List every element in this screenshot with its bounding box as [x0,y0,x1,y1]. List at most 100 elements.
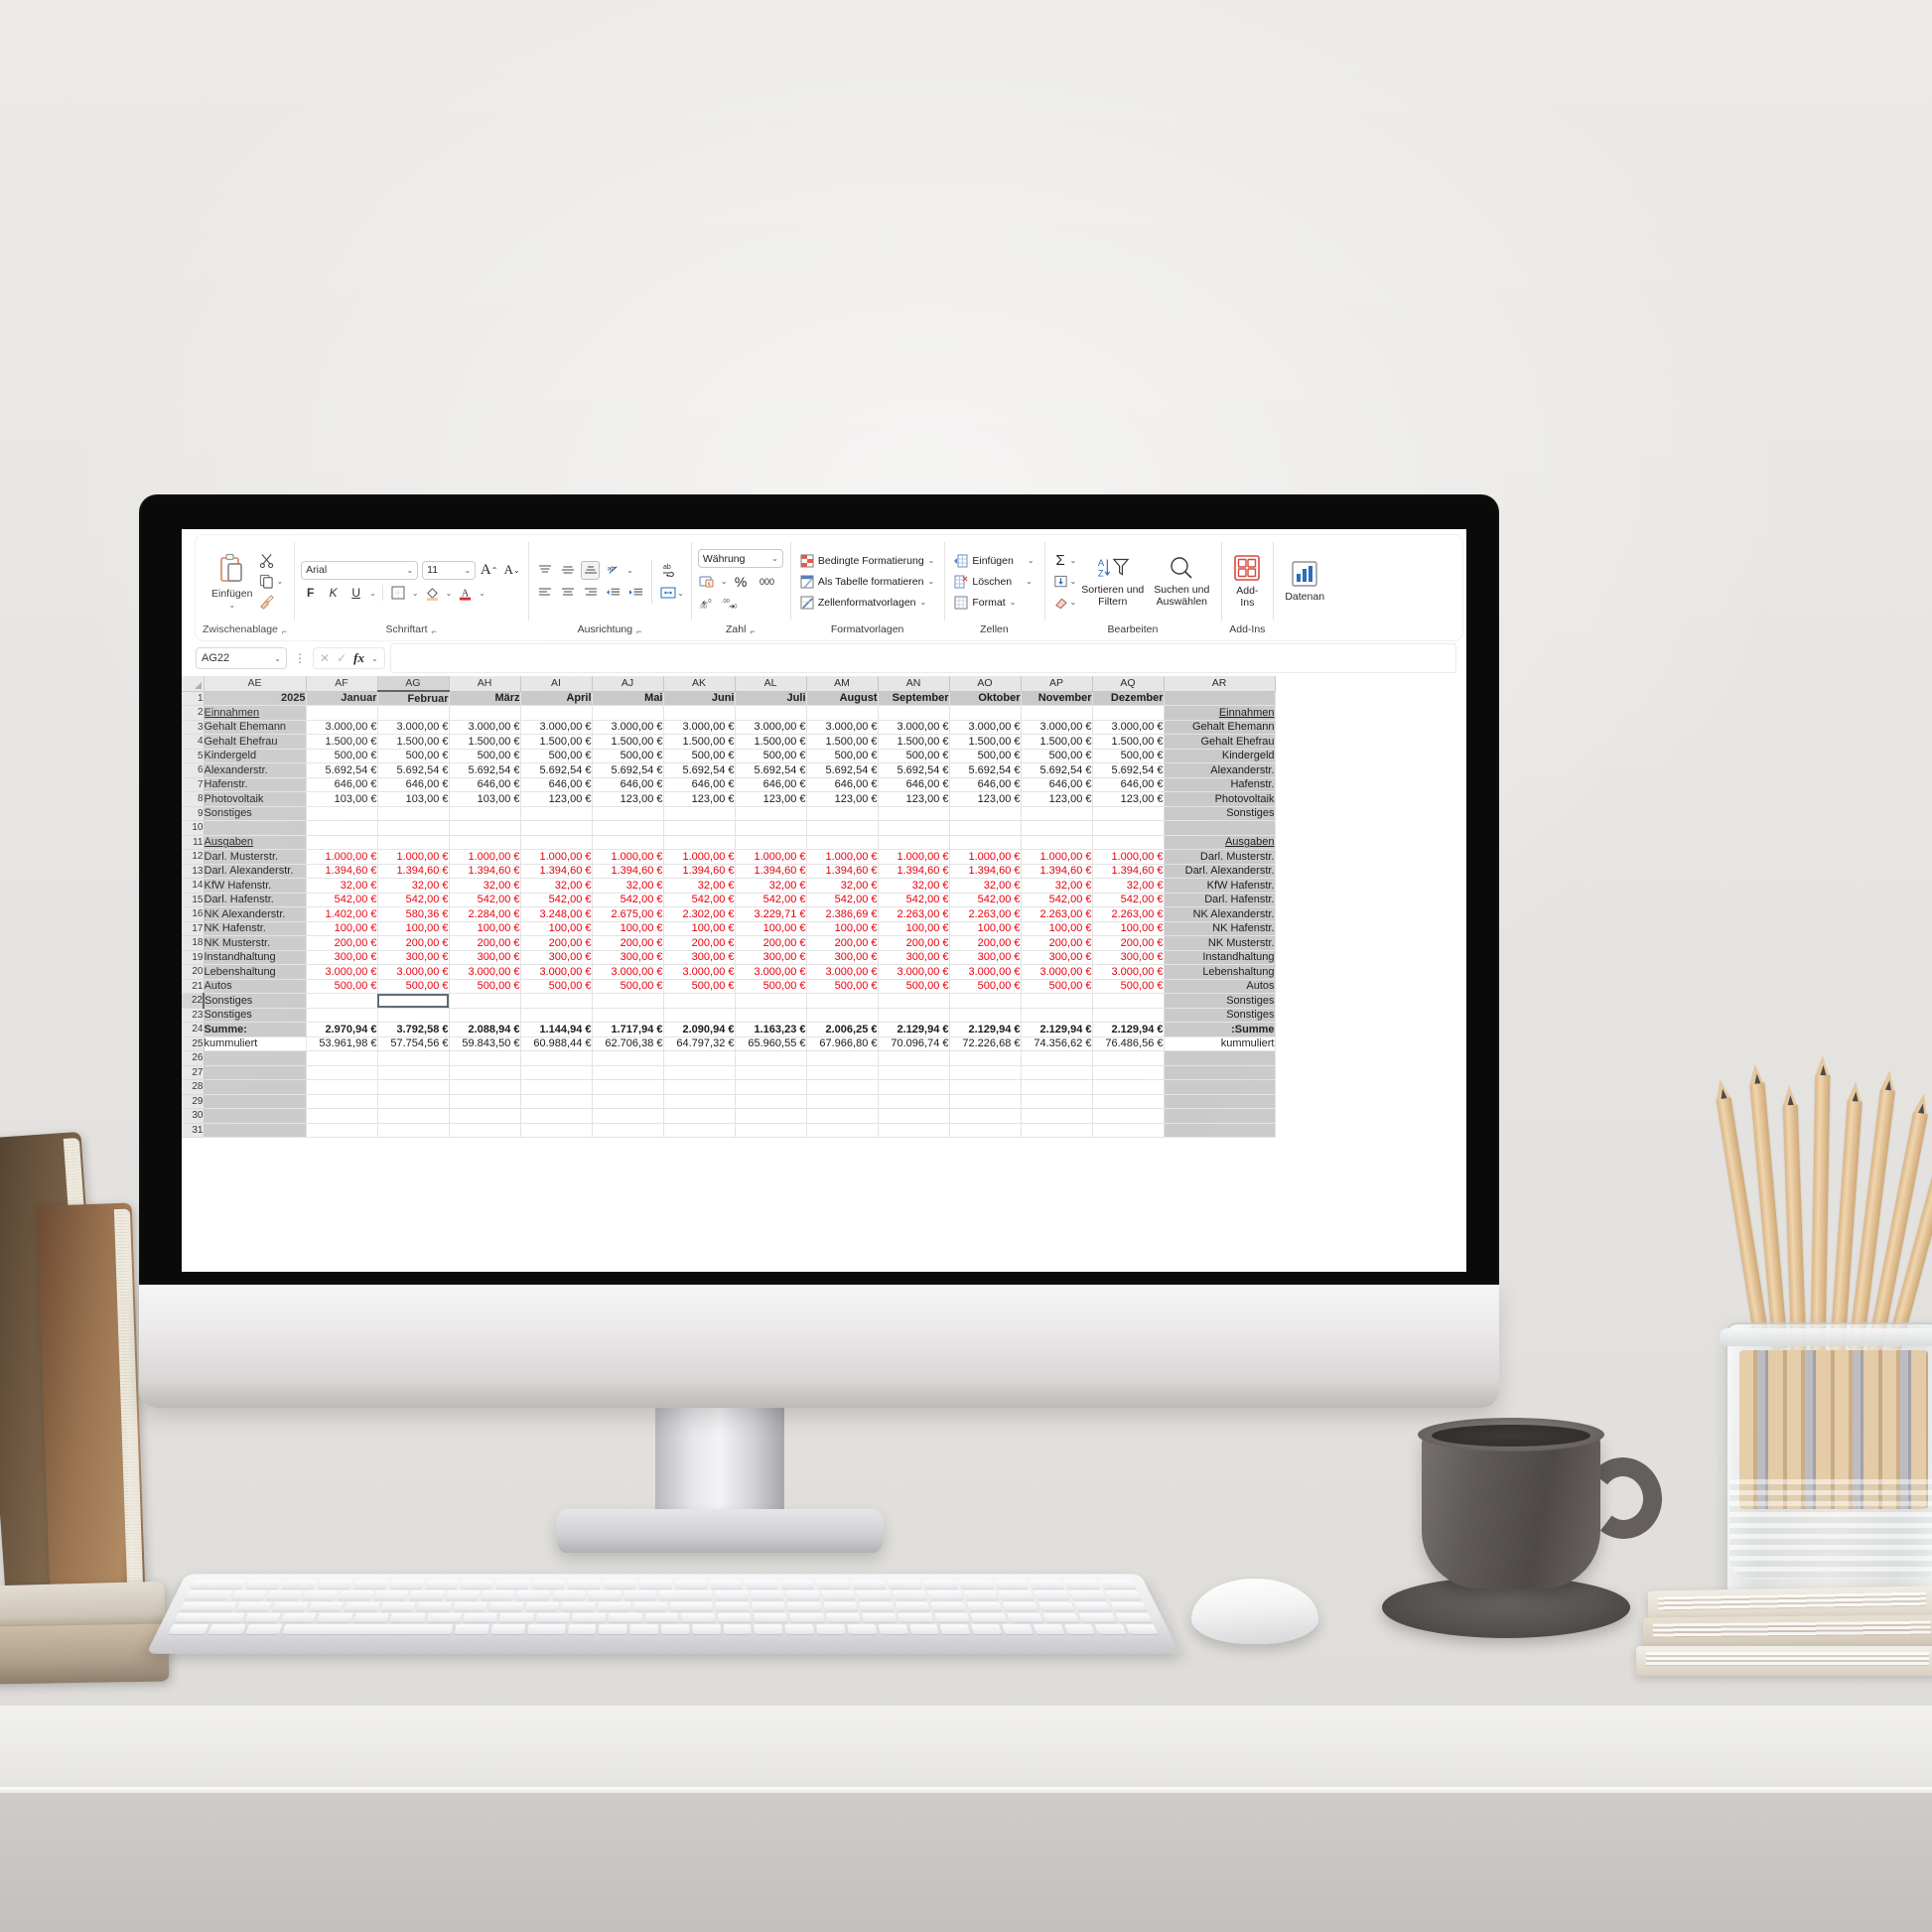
cell-value[interactable]: 1.000,00 € [735,849,807,865]
cell-value[interactable]: 542,00 € [520,893,593,907]
cell-row-label[interactable]: Alexanderstr. [204,762,307,778]
cell-value[interactable]: 2.088,94 € [449,1022,521,1037]
cell-value[interactable]: 3.000,00 € [449,720,521,735]
cell-value[interactable]: 646,00 € [592,777,664,792]
keyboard-key[interactable] [629,1624,658,1634]
cell-value[interactable]: 100,00 € [878,921,950,936]
cell-value[interactable]: 2.129,94 € [949,1022,1022,1037]
keyboard-key[interactable] [895,1601,930,1611]
cell-value[interactable]: 1.500,00 € [878,734,950,750]
cell-value[interactable]: 70.096,74 € [878,1036,950,1051]
row-header-11[interactable]: 11 [182,835,205,850]
cell-value[interactable]: 1.000,00 € [1092,849,1165,865]
cell-row-label-right[interactable]: Einnahmen [1164,705,1276,721]
keyboard-key[interactable] [745,1580,779,1589]
cell-value[interactable]: 32,00 € [1021,878,1093,894]
cell-row-label[interactable] [204,1094,307,1109]
addins-button[interactable]: Add- Ins [1228,552,1266,611]
cell-value[interactable]: 1.394,60 € [949,864,1022,879]
cell-value[interactable]: 1.394,60 € [592,864,664,879]
cell-value[interactable]: 100,00 € [306,921,378,936]
cell-value[interactable]: 3.000,00 € [663,964,736,980]
cell-value[interactable] [663,1123,736,1138]
cell-value[interactable]: 3.000,00 € [306,720,378,735]
cell-value[interactable] [1021,820,1093,836]
cell-value[interactable] [735,1008,807,1023]
keyboard-key[interactable] [174,1612,245,1623]
cell-value[interactable]: 200,00 € [806,935,879,951]
column-header-AM[interactable]: AM [806,676,879,692]
keyboard-key[interactable] [1006,1612,1043,1623]
cell-value[interactable] [449,1123,521,1138]
cell-value[interactable] [520,1065,593,1080]
keyboard-key[interactable] [308,1601,345,1611]
keyboard-key[interactable] [344,1601,380,1611]
keyboard-key[interactable] [785,1590,820,1600]
cell-row-label-right[interactable]: NK Musterstr. [1164,935,1276,951]
find-select-button[interactable]: Suchen und Auswählen [1149,553,1214,610]
cell-value[interactable]: 300,00 € [592,950,664,965]
cell-value[interactable] [592,1065,664,1080]
keyboard-key[interactable] [661,1624,690,1634]
cell-value[interactable]: 32,00 € [520,878,593,894]
column-header-AK[interactable]: AK [663,676,736,692]
chevron-down-icon[interactable]: ⌄ [721,577,728,586]
row-header-9[interactable]: 9 [182,806,205,821]
keyboard-key[interactable] [681,1612,716,1623]
cell-value[interactable] [449,1065,521,1080]
table-row[interactable]: 4 Gehalt Ehefrau 1.500,00 €1.500,00 €1.500… [182,734,1276,750]
cell-value[interactable]: 3.000,00 € [735,964,807,980]
keyboard-key[interactable] [1037,1601,1075,1611]
keyboard-key[interactable] [939,1624,971,1634]
keyboard-key[interactable] [373,1590,409,1600]
cell-value[interactable]: 200,00 € [449,935,521,951]
keyboard-key[interactable] [190,1580,247,1589]
cell-value[interactable] [592,1079,664,1095]
cell-value[interactable] [735,1108,807,1124]
cell-value[interactable]: 32,00 € [592,878,664,894]
cell-value[interactable] [806,1008,879,1023]
keyboard-key[interactable] [1073,1601,1111,1611]
keyboard-key[interactable] [379,1601,416,1611]
row-header-17[interactable]: 17 [182,921,205,936]
cell-value[interactable]: 57.754,56 € [377,1036,450,1051]
keyboard-key[interactable] [207,1624,246,1634]
cell-value[interactable]: 1.394,60 € [449,864,521,879]
cell-value[interactable] [878,835,950,850]
cell-value[interactable]: 3.000,00 € [1021,964,1093,980]
sort-filter-button[interactable]: A Z Sortieren und Filtern [1076,553,1149,610]
cell-value[interactable]: 1.500,00 € [1021,734,1093,750]
cell-value[interactable]: 1.000,00 € [949,849,1022,865]
cell-row-label-right[interactable] [1164,820,1276,836]
table-row[interactable]: 5 Kindergeld 500,00 €500,00 €500,00 €500,0… [182,749,1276,763]
decrease-font-size-button[interactable]: A ⌄ [502,561,521,580]
cell-value[interactable] [592,1123,664,1138]
column-header-AI[interactable]: AI [520,676,593,692]
cell-value[interactable] [1021,1123,1093,1138]
borders-button[interactable] [389,584,408,603]
keyboard-key[interactable] [851,1580,887,1589]
keyboard-key[interactable] [638,1580,672,1589]
cell-value[interactable] [735,1065,807,1080]
cell-month-header[interactable]: Juli [735,691,807,706]
cell-value[interactable]: 542,00 € [1021,893,1093,907]
wrap-text-button[interactable]: ab [658,561,677,580]
chevron-down-icon[interactable]: ⌄ [479,589,485,598]
cell-value[interactable] [306,1123,378,1138]
chevron-down-icon[interactable]: ⌄ [677,589,684,598]
cell-value[interactable]: 5.692,54 € [663,762,736,778]
cell-row-label-right[interactable]: Alexanderstr. [1164,762,1276,778]
cell-value[interactable]: 64.797,32 € [663,1036,736,1051]
cell-value[interactable] [663,1065,736,1080]
cell-row-label-right[interactable] [1164,1050,1276,1066]
increase-font-size-button[interactable]: A ⌃ [480,561,498,580]
cell-value[interactable]: 123,00 € [1092,791,1165,807]
cell-value[interactable] [735,806,807,821]
keyboard-key[interactable] [966,1601,1003,1611]
keyboard-key[interactable] [1104,1590,1142,1600]
keyboard-key[interactable] [993,1580,1030,1589]
keyboard-key[interactable] [786,1601,822,1611]
keyboard-key[interactable] [244,1624,283,1634]
cell-value[interactable] [878,1008,950,1023]
cell-value[interactable]: 100,00 € [377,921,450,936]
